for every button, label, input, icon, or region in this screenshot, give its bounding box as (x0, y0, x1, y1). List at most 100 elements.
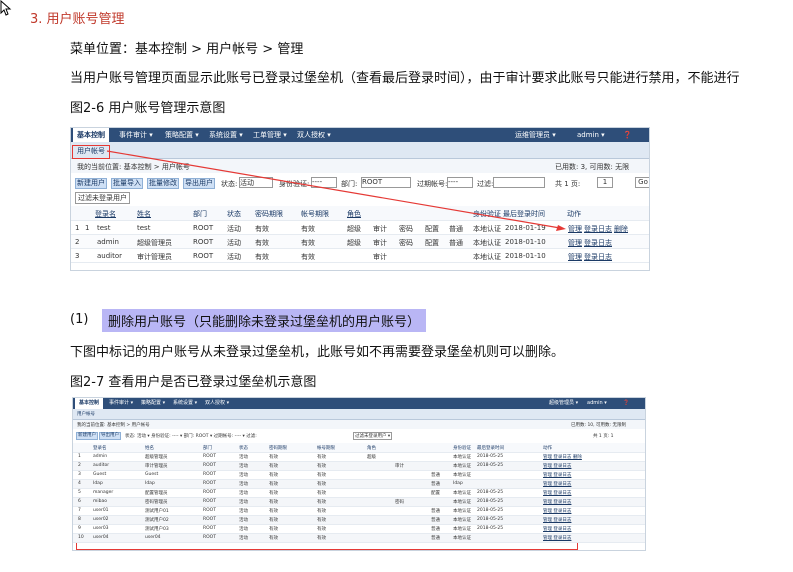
cell-chk: 1 (85, 224, 90, 232)
action-links[interactable]: 管理 登录日志 (543, 463, 571, 469)
tab-row-2: 用户帐号 (73, 409, 645, 420)
col-role[interactable]: 角色 (347, 209, 361, 219)
cell-last: 2018-01-19 (505, 224, 546, 232)
nav-basic-control[interactable]: 基本控制 (73, 128, 109, 142)
action-links[interactable]: 管理 登录日志 删除 (543, 454, 582, 460)
action-link[interactable]: 登录日志 (584, 224, 612, 234)
toolbar-row-2: 新建用户 导出用户 状态: 活动 ▾ 身份验证: ---- ▾ 部门: ROOT… (73, 431, 645, 441)
action-links[interactable]: 管理 登录日志 (543, 499, 571, 505)
action-links[interactable]: 管理 登录日志 (543, 526, 571, 532)
nav2-role-menu[interactable]: 超级管理员 ▾ (545, 398, 582, 409)
filter-status-select[interactable]: 活动 (239, 177, 273, 188)
nav-policy[interactable]: 策略配置 ▾ (161, 128, 203, 142)
section-title: 3. 用户账号管理 (30, 12, 125, 27)
breadcrumb-row: 我的当前位置: 基本控制 > 用户帐号 已用数: 3, 可用数: 无限 (71, 159, 649, 173)
cell-c3: 配置 (425, 239, 439, 247)
action-link[interactable]: 管理 (568, 238, 582, 248)
action-link[interactable]: 登录日志 (584, 238, 612, 248)
col2-login[interactable]: 登录名 (93, 445, 107, 451)
action-links[interactable]: 管理 登录日志 (543, 481, 571, 487)
cell-login: manager (93, 490, 114, 495)
nav-user-menu[interactable]: admin ▾ (573, 128, 609, 142)
col-name[interactable]: 姓名 (137, 209, 151, 219)
filter-auth-select[interactable]: ---- (311, 177, 337, 188)
pager-text: 共 1 页: (555, 180, 581, 188)
tab2-user-accounts[interactable]: 用户帐号 (77, 411, 95, 417)
nav2-dual-auth[interactable]: 双人授权 ▾ (201, 398, 233, 409)
col-acct: 帐号期限 (301, 210, 329, 218)
new-user-button-2[interactable]: 新建用户 (76, 432, 98, 440)
filter-unlogged-select[interactable]: 过滤未登录用户 (75, 192, 130, 204)
cell-auth: 本地认证 (453, 491, 471, 496)
filter-unlogged-select-2[interactable]: 过滤未登录用户 ▾ (353, 432, 393, 440)
nav2-policy[interactable]: 策略配置 ▾ (137, 398, 169, 409)
filter-bar-2[interactable]: 状态: 活动 ▾ 身份验证: ---- ▾ 部门: ROOT ▾ 过期帐号: -… (125, 433, 257, 439)
action-link[interactable]: 删除 (614, 224, 628, 234)
cell-pwd: 有效 (269, 473, 278, 478)
table-header-2: 登录名 姓名 部门 状态 密码期限 帐号期限 角色 身份验证 最后登录时间 动作 (73, 443, 645, 453)
nav2-system[interactable]: 系统设置 ▾ (169, 398, 201, 409)
cell-login: Idap (93, 481, 103, 486)
cell-c4: 普通 (449, 239, 463, 247)
cell-pwd: 有效 (269, 509, 278, 514)
batch-import-button[interactable]: 批量导入 (111, 178, 143, 189)
highlight-box-tab (72, 145, 110, 159)
cell-name: 配置管理员 (145, 491, 168, 496)
export-user-button-2[interactable]: 导出用户 (99, 432, 121, 440)
cell-name: Idap (145, 481, 155, 486)
filter-dept-select[interactable]: ROOT (361, 177, 411, 188)
table-row: 4 Idap Idap ROOT 活动 有效 有效 普通 Idap 管理 登录日志 (73, 480, 645, 489)
action-link[interactable]: 管理 (568, 224, 582, 234)
cell-acct: 有效 (317, 482, 326, 487)
new-user-button[interactable]: 新建用户 (75, 178, 107, 189)
cell-status: 活动 (239, 455, 248, 460)
go-button[interactable]: Go (635, 177, 649, 188)
nav-role-menu[interactable]: 运维管理员 ▾ (511, 128, 560, 142)
nav2-event-audit[interactable]: 事件审计 ▾ (105, 398, 137, 409)
intro-text: 当用户账号管理页面显示此账号已登录过堡垒机（查看最后登录时间），由于审计要求此账… (70, 71, 740, 86)
cell-r3: 普通 (431, 527, 440, 532)
tab-row: 用户帐号 (71, 142, 649, 159)
cell-last: 2018-01-10 (505, 238, 546, 246)
filter-search-input[interactable] (493, 177, 545, 188)
cell-pwd: 有效 (269, 482, 278, 487)
cell-pwd: 有效 (269, 464, 278, 469)
help-icon-2[interactable]: ❓ (619, 398, 633, 409)
action-links[interactable]: 管理 登录日志 (543, 508, 571, 514)
action-link[interactable]: 登录日志 (584, 252, 612, 262)
figure1-caption: 图2-6 用户账号管理示意图 (70, 101, 226, 116)
cell-acct: 有效 (317, 518, 326, 523)
filter-acct-select[interactable]: ---- (447, 177, 473, 188)
table-row: 5 manager 配置管理员 ROOT 活动 有效 有效 配置 本地认证 2018-05-25 管… (73, 489, 645, 498)
batch-edit-button[interactable]: 批量修改 (147, 178, 179, 189)
filter-auth-label: 身份验证: (279, 180, 310, 188)
nav-system[interactable]: 系统设置 ▾ (205, 128, 247, 142)
nav-ticket[interactable]: 工单管理 ▾ (249, 128, 291, 142)
nav2-basic-control[interactable]: 基本控制 (75, 398, 104, 409)
help-icon[interactable]: ❓ (619, 128, 636, 142)
cell-acct: 有效 (301, 253, 315, 261)
cell-c1: 审计 (373, 239, 387, 247)
export-user-button[interactable]: 导出用户 (183, 178, 215, 189)
cell-idx: 7 (78, 508, 81, 513)
action-links[interactable]: 管理 登录日志 (543, 472, 571, 478)
action-links[interactable]: 管理 登录日志 (543, 535, 571, 541)
cell-login: auditor (97, 252, 123, 260)
breadcrumb: 我的当前位置: 基本控制 > 用户帐号 (77, 163, 190, 171)
count-text: 已用数: 3, 可用数: 无限 (555, 163, 630, 171)
cell-name: Guest (145, 472, 159, 477)
col2-name[interactable]: 姓名 (145, 445, 154, 451)
cell-dept: ROOT (203, 490, 216, 495)
nav2-user-menu[interactable]: admin ▾ (583, 398, 611, 409)
cell-last: 2018-05-25 (477, 499, 504, 504)
nav-dual-auth[interactable]: 双人授权 ▾ (293, 128, 335, 142)
action-links[interactable]: 管理 登录日志 (543, 490, 571, 496)
col2-role[interactable]: 角色 (367, 445, 376, 451)
cell-dept: ROOT (193, 252, 214, 260)
page-number-button[interactable]: 1 (597, 177, 613, 188)
action-links[interactable]: 管理 登录日志 (543, 517, 571, 523)
nav-event-audit[interactable]: 事件审计 ▾ (115, 128, 157, 142)
action-link[interactable]: 管理 (568, 252, 582, 262)
col-login[interactable]: 登录名 (95, 209, 116, 219)
cell-acct: 有效 (301, 225, 315, 233)
